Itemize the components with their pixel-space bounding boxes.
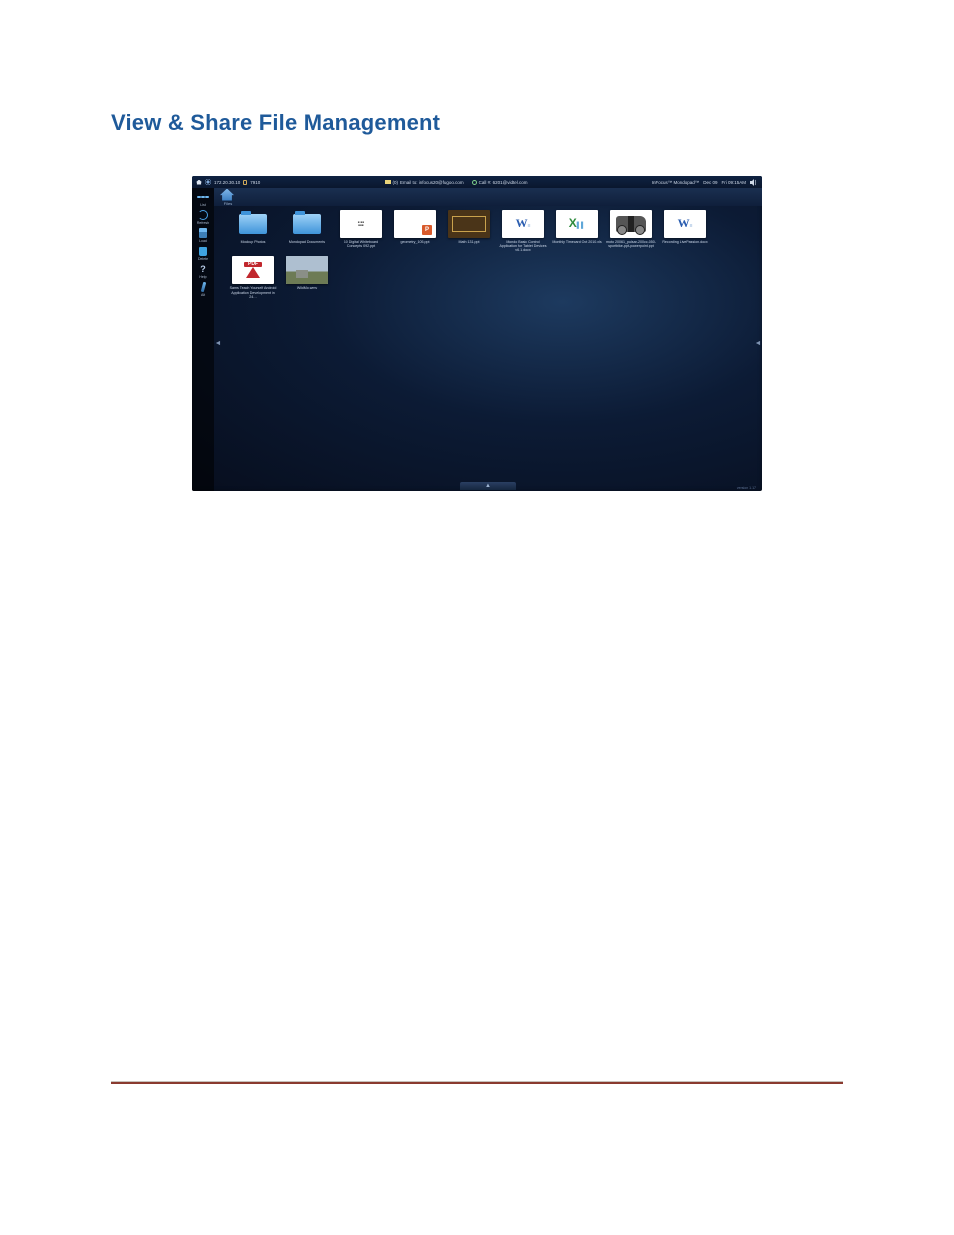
- file-item[interactable]: ■ ■■■■■ 10 Digital Whiteboard Concepts 09…: [336, 210, 386, 252]
- file-thumbnail: [232, 210, 274, 238]
- file-item[interactable]: Mondopad Documents: [282, 210, 332, 252]
- load-button[interactable]: Load: [195, 228, 211, 243]
- refresh-label: Refresh: [197, 221, 209, 225]
- date-label: Dec 09: [703, 180, 717, 185]
- file-item[interactable]: Math 131.ppt: [444, 210, 494, 252]
- file-thumbnail: PDF: [232, 256, 274, 284]
- file-thumbnail: [448, 210, 490, 238]
- file-thumbnail: [286, 210, 328, 238]
- panel-collapse-right[interactable]: ◄: [754, 206, 762, 481]
- file-label: 10 Digital Whiteboard Concepts 092.ppt: [336, 240, 386, 248]
- file-item[interactable]: PDF Sams Teach Yourself Android Applicati…: [228, 256, 278, 298]
- help-icon: ?: [197, 264, 209, 274]
- breadcrumb-bar: Files: [214, 188, 762, 206]
- delete-label: Delete: [198, 257, 208, 261]
- call-number: Call #: 6201@vidtel.com: [479, 180, 528, 185]
- brand-label: InFocus™ Mondopad™: [652, 180, 700, 185]
- file-label: Mondopad Documents: [289, 240, 325, 244]
- list-button[interactable]: List: [195, 192, 211, 207]
- file-item[interactable]: moto 20061_pulsar-200cc-050-sportbike-pp…: [606, 210, 656, 252]
- lock-code: 7910: [250, 180, 260, 185]
- help-button[interactable]: ? Help: [195, 264, 211, 279]
- file-label: moto 20061_pulsar-200cc-050-sportbike-pp…: [606, 240, 656, 248]
- mail-address: Email to: infocus20@fugoo.com: [400, 180, 464, 185]
- word-icon: W≡: [678, 217, 693, 231]
- file-thumbnail: X▌▌: [556, 210, 598, 238]
- file-item[interactable]: W≡ Mondo Basic Control Application for Ta…: [498, 210, 548, 252]
- file-label: Mockup Photos: [241, 240, 266, 244]
- image-thumbnail: [616, 216, 646, 232]
- file-label: WildMo.wmv: [297, 286, 317, 290]
- file-thumbnail: ■ ■■■■■: [340, 210, 382, 238]
- breadcrumb-label: Files: [224, 201, 232, 206]
- file-label: Math 131.ppt: [459, 240, 480, 244]
- load-icon: [199, 228, 207, 238]
- file-label: Sams Teach Yourself Android Application …: [228, 286, 278, 298]
- file-thumbnail: P: [394, 210, 436, 238]
- bottom-tray: ▲ version 1.17: [214, 481, 762, 491]
- list-icon: [197, 192, 209, 202]
- file-item[interactable]: X▌▌ Monthly Timecard Oct 2010.xls: [552, 210, 602, 252]
- mail-count: (0): [393, 180, 399, 185]
- time-label: Fri 09:15AM: [721, 180, 746, 185]
- pdf-icon: PDF: [244, 262, 262, 280]
- trash-icon: [199, 247, 207, 256]
- file-thumbnail: W≡: [664, 210, 706, 238]
- list-label: List: [200, 203, 205, 207]
- mail-icon[interactable]: [385, 180, 391, 184]
- video-thumbnail: [286, 256, 328, 284]
- file-item[interactable]: Mockup Photos: [228, 210, 278, 252]
- help-label: Help: [199, 275, 206, 279]
- panel-collapse-left[interactable]: ◄: [214, 206, 222, 481]
- file-label: Recording LivePassion.docx: [662, 240, 707, 244]
- file-item[interactable]: WildMo.wmv: [282, 256, 332, 298]
- file-item[interactable]: Pgeometry_105.ppt: [390, 210, 440, 252]
- page-footer-rule: [111, 1081, 843, 1084]
- file-label: Monthly Timecard Oct 2010.xls: [552, 240, 601, 244]
- mondopad-window: 172.20.30.10 7910 (0) Email to: infocus2…: [192, 176, 762, 491]
- file-label: geometry_105.ppt: [401, 240, 430, 244]
- pen-icon: [200, 282, 205, 292]
- ip-address: 172.20.30.10: [214, 180, 240, 185]
- excel-icon: X▌▌: [569, 217, 586, 231]
- delete-button[interactable]: Delete: [195, 246, 211, 261]
- section-title: View & Share File Management: [111, 110, 843, 136]
- alt-label: Alt: [201, 293, 205, 297]
- file-thumbnail: [610, 210, 652, 238]
- tray-expand-button[interactable]: ▲: [460, 482, 516, 490]
- phone-icon[interactable]: [472, 180, 477, 185]
- alt-button[interactable]: Alt: [195, 282, 211, 297]
- breadcrumb-home-icon[interactable]: [220, 189, 234, 201]
- file-grid: Mockup Photos Mondopad Documents ■ ■■■■■ 10…: [222, 206, 754, 481]
- file-label: Mondo Basic Control Application for Tabl…: [498, 240, 548, 252]
- settings-icon[interactable]: [205, 179, 211, 185]
- file-thumbnail: W≡: [502, 210, 544, 238]
- doc-thumbnail: ■ ■■■■■: [358, 221, 364, 228]
- lock-icon: [243, 180, 247, 185]
- word-icon: W≡: [516, 217, 531, 231]
- top-status-bar: 172.20.30.10 7910 (0) Email to: infocus2…: [192, 176, 762, 188]
- left-toolbar: List Refresh Load Delete ? Help: [192, 188, 214, 491]
- file-thumbnail: [286, 256, 328, 284]
- home-icon[interactable]: [196, 180, 202, 185]
- file-item[interactable]: W≡ Recording LivePassion.docx: [660, 210, 710, 252]
- folder-icon: [293, 214, 321, 234]
- load-label: Load: [199, 239, 207, 243]
- powerpoint-icon: P: [422, 225, 432, 235]
- ppt-thumbnail: P: [394, 210, 436, 238]
- folder-icon: [239, 214, 267, 234]
- screenshot-figure: 172.20.30.10 7910 (0) Email to: infocus2…: [192, 176, 762, 491]
- refresh-button[interactable]: Refresh: [195, 210, 211, 225]
- file-browser: ◄ Mockup Photos Mondopad Documents ■ ■■■■■…: [214, 206, 762, 481]
- version-label: version 1.17: [737, 486, 756, 490]
- volume-icon[interactable]: [750, 179, 758, 186]
- refresh-icon: [198, 210, 208, 220]
